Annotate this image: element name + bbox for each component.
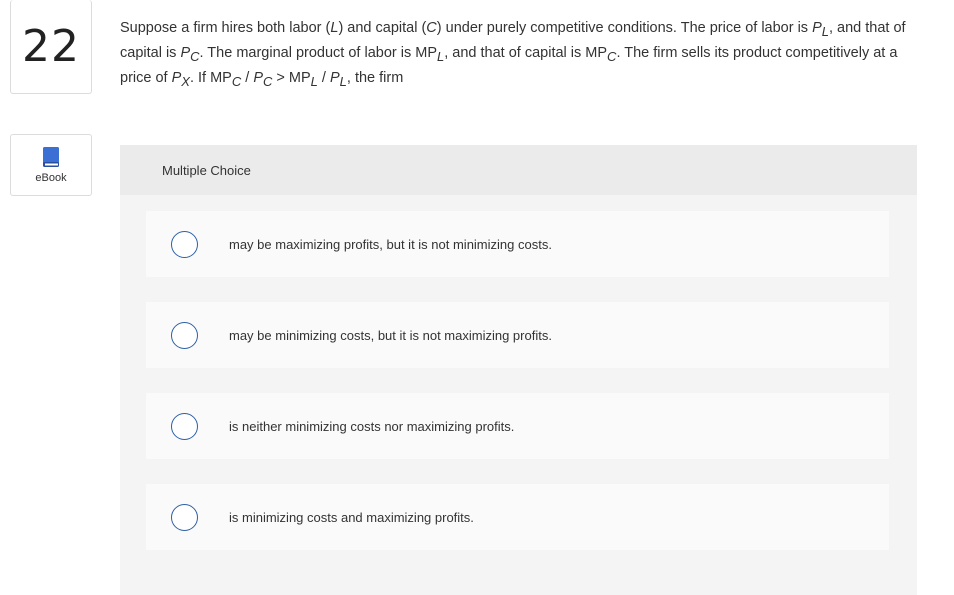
radio-button[interactable] xyxy=(171,503,198,531)
ebook-label: eBook xyxy=(35,171,67,184)
book-icon xyxy=(43,146,59,167)
question-text: Suppose a firm hires both labor (L) and … xyxy=(120,20,906,89)
option-label: is minimizing costs and maximizing profi… xyxy=(229,509,474,525)
answer-option-2[interactable]: may be minimizing costs, but it is not m… xyxy=(146,302,889,368)
multiple-choice-header: Multiple Choice xyxy=(120,145,917,195)
option-label: may be minimizing costs, but it is not m… xyxy=(229,327,552,343)
option-label: is neither minimizing costs nor maximizi… xyxy=(229,418,515,434)
answer-option-1[interactable]: may be maximizing profits, but it is not… xyxy=(146,211,889,277)
answer-option-4[interactable]: is minimizing costs and maximizing profi… xyxy=(146,484,889,550)
radio-button[interactable] xyxy=(171,321,198,349)
multiple-choice-title: Multiple Choice xyxy=(162,162,251,178)
option-label: may be maximizing profits, but it is not… xyxy=(229,236,552,252)
multiple-choice-panel: Multiple Choice may be maximizing profit… xyxy=(120,145,917,595)
radio-button[interactable] xyxy=(171,230,198,258)
radio-button[interactable] xyxy=(171,412,198,440)
question-number: 22 xyxy=(10,0,92,94)
answer-option-3[interactable]: is neither minimizing costs nor maximizi… xyxy=(146,393,889,459)
ebook-button[interactable]: eBook xyxy=(10,134,92,196)
